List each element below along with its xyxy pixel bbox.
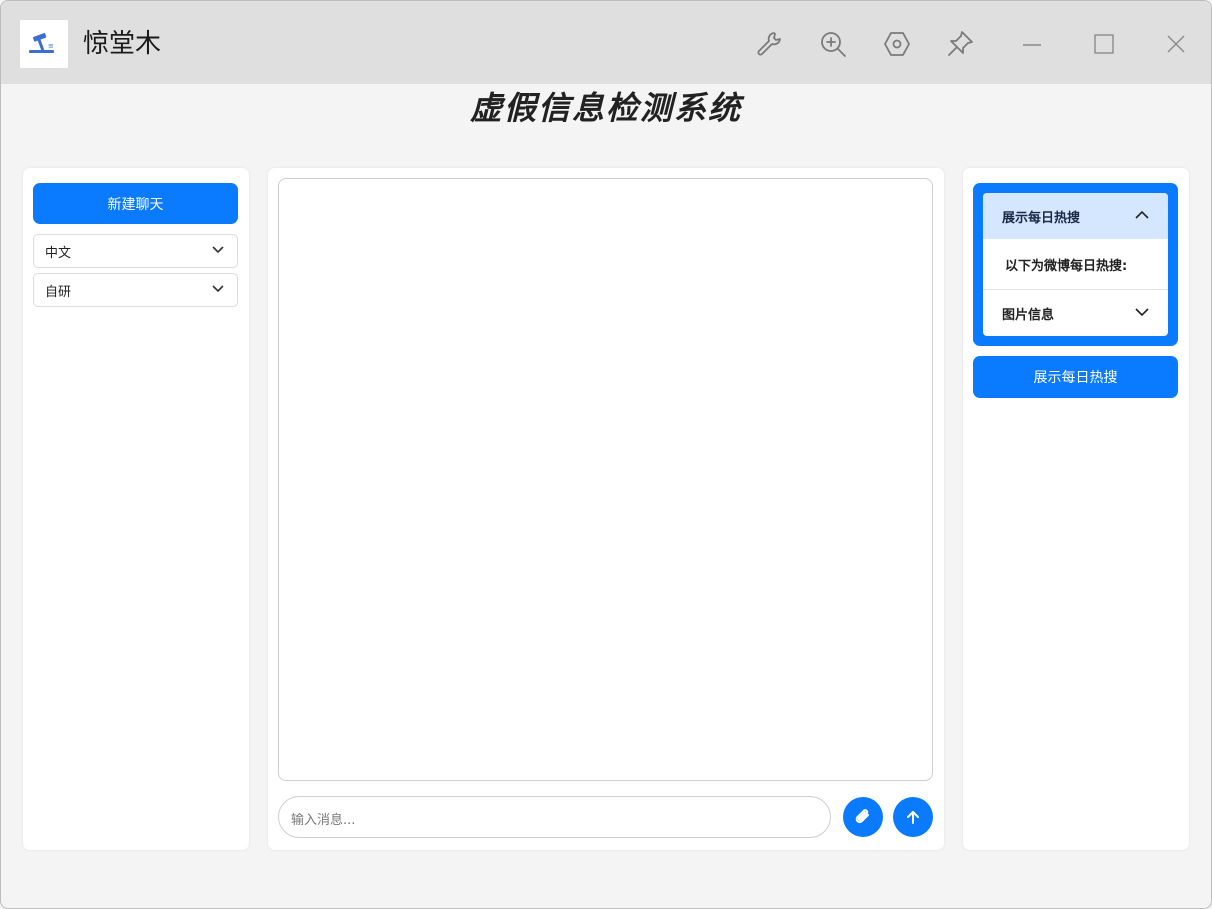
title-bar: ≡ 惊堂木 bbox=[1, 1, 1211, 84]
pin-icon[interactable] bbox=[945, 29, 975, 59]
gavel-logo-icon: ≡ bbox=[29, 33, 54, 53]
arrow-up-icon bbox=[907, 811, 919, 824]
message-input[interactable]: 输入消息... bbox=[278, 796, 831, 838]
chevron-down-icon bbox=[212, 285, 224, 293]
accordion-header-hot-search[interactable]: 展示每日热搜 bbox=[983, 193, 1168, 239]
accordion-content: 展示每日热搜 以下为微博每日热搜: 图片信息 bbox=[983, 193, 1168, 336]
accordion-header-image-info[interactable]: 图片信息 bbox=[983, 290, 1168, 336]
chevron-down-icon bbox=[1135, 308, 1149, 317]
accordion-header-label: 展示每日热搜 bbox=[1002, 211, 1081, 226]
accordion-body: 以下为微博每日热搜: bbox=[983, 239, 1168, 290]
right-sidebar: 展示每日热搜 以下为微博每日热搜: 图片信息 展示每日热搜 bbox=[963, 168, 1189, 850]
left-sidebar: 新建聊天 中文 自研 bbox=[23, 168, 249, 850]
chat-history[interactable] bbox=[278, 178, 933, 781]
close-icon[interactable] bbox=[1161, 29, 1191, 59]
maximize-icon[interactable] bbox=[1089, 29, 1119, 59]
chevron-down-icon bbox=[212, 246, 224, 254]
model-select[interactable]: 自研 bbox=[33, 273, 238, 307]
app-window: ≡ 惊堂木 虚假信息检测系统 新建聊天 中文 自研 输入消息... 展示每日热搜… bbox=[0, 0, 1212, 909]
accordion-image-info-label: 图片信息 bbox=[1002, 308, 1055, 323]
new-chat-button[interactable]: 新建聊天 bbox=[33, 183, 238, 224]
message-input-placeholder: 输入消息... bbox=[291, 813, 356, 828]
svg-text:≡: ≡ bbox=[48, 42, 54, 50]
chat-panel: 输入消息... bbox=[268, 168, 944, 850]
app-logo: ≡ bbox=[20, 20, 68, 68]
zoom-in-icon[interactable] bbox=[818, 29, 848, 59]
language-select-value: 中文 bbox=[45, 246, 72, 261]
app-title: 惊堂木 bbox=[83, 29, 162, 59]
send-button[interactable] bbox=[893, 797, 933, 837]
model-select-value: 自研 bbox=[45, 285, 72, 300]
minimize-icon[interactable] bbox=[1017, 29, 1047, 59]
chevron-up-icon bbox=[1135, 210, 1149, 219]
paperclip-icon bbox=[855, 809, 869, 824]
hexagon-settings-icon[interactable] bbox=[882, 29, 912, 59]
attach-button[interactable] bbox=[843, 797, 883, 837]
wrench-icon[interactable] bbox=[755, 29, 785, 59]
hot-search-intro-text: 以下为微博每日热搜: bbox=[1005, 259, 1128, 274]
language-select[interactable]: 中文 bbox=[33, 234, 238, 268]
page-title: 虚假信息检测系统 bbox=[469, 89, 742, 127]
hot-search-accordion: 展示每日热搜 以下为微博每日热搜: 图片信息 bbox=[973, 183, 1178, 346]
show-hot-search-button[interactable]: 展示每日热搜 bbox=[973, 356, 1178, 398]
